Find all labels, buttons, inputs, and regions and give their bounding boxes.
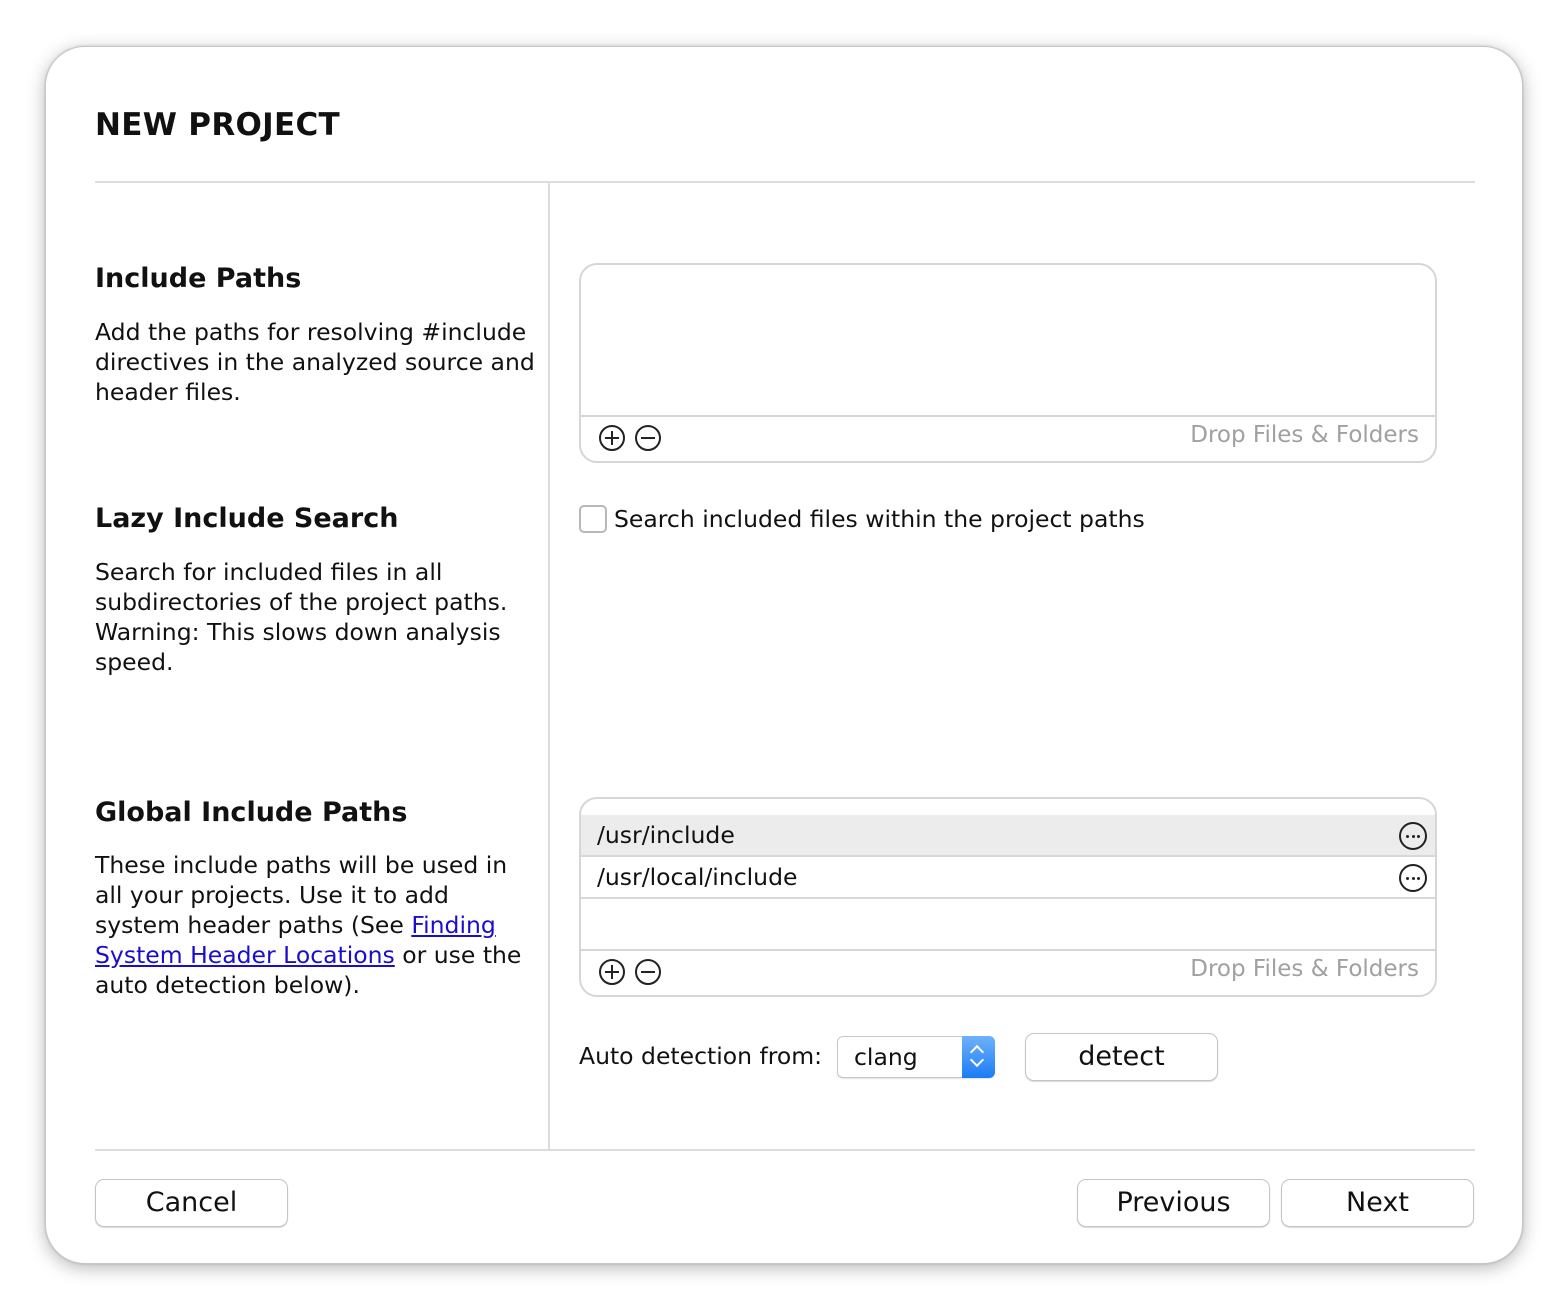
detect-button[interactable]: detect xyxy=(1025,1033,1218,1081)
include-paths-list[interactable]: Drop Files & Folders xyxy=(579,263,1437,463)
list-item[interactable]: /usr/local/include xyxy=(581,857,1435,899)
cancel-button[interactable]: Cancel xyxy=(95,1179,288,1227)
lazy-search-checkbox-label[interactable]: Search included files within the project… xyxy=(614,505,1145,533)
lazy-search-checkbox[interactable] xyxy=(579,505,607,533)
include-paths-title: Include Paths xyxy=(95,263,302,294)
previous-button[interactable]: Previous xyxy=(1077,1179,1270,1227)
dialog-title: NEW PROJECT xyxy=(95,107,340,143)
compiler-select-value: clang xyxy=(854,1043,918,1071)
include-paths-description: Add the paths for resolving #include dir… xyxy=(95,318,535,406)
global-paths-title: Global Include Paths xyxy=(95,797,408,828)
more-options-icon[interactable] xyxy=(1399,822,1427,850)
global-paths-list[interactable]: /usr/include /usr/local/include Drop Fil… xyxy=(579,797,1437,997)
next-button[interactable]: Next xyxy=(1281,1179,1474,1227)
auto-detect-label: Auto detection from: xyxy=(579,1042,823,1070)
include-paths-list-footer: Drop Files & Folders xyxy=(581,415,1435,461)
compiler-select[interactable]: clang xyxy=(837,1036,995,1078)
list-item[interactable]: /usr/include xyxy=(581,815,1435,857)
select-stepper-icon xyxy=(962,1036,995,1078)
path-label: /usr/local/include xyxy=(597,863,798,891)
new-project-dialog: NEW PROJECT Include Paths Add the paths … xyxy=(45,46,1523,1264)
minus-icon xyxy=(641,437,655,439)
global-paths-drop-hint: Drop Files & Folders xyxy=(1190,956,1419,982)
remove-global-path-button[interactable] xyxy=(635,959,661,985)
include-paths-drop-hint: Drop Files & Folders xyxy=(1190,422,1419,448)
path-label: /usr/include xyxy=(597,821,735,849)
more-options-icon[interactable] xyxy=(1399,864,1427,892)
column-divider xyxy=(548,183,550,1149)
remove-include-path-button[interactable] xyxy=(635,425,661,451)
global-paths-list-footer: Drop Files & Folders xyxy=(581,949,1435,995)
lazy-search-title: Lazy Include Search xyxy=(95,503,399,534)
minus-icon xyxy=(641,971,655,973)
footer-divider xyxy=(95,1149,1475,1151)
lazy-search-description: Search for included files in all subdire… xyxy=(95,558,508,676)
header-divider xyxy=(95,181,1475,183)
add-global-path-button[interactable] xyxy=(599,959,625,985)
add-include-path-button[interactable] xyxy=(599,425,625,451)
global-paths-description: These include paths will be used in all … xyxy=(95,851,522,999)
